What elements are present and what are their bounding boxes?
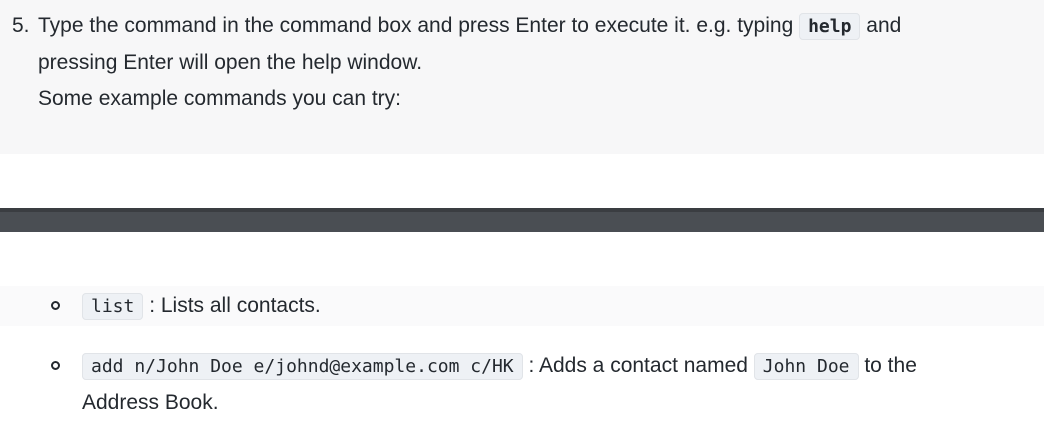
hollow-bullet-icon <box>51 301 60 310</box>
list-item: add n/John Doe e/johnd@example.com c/HK … <box>51 348 1037 421</box>
step-block: 5. Type the command in the command box an… <box>0 0 1044 154</box>
list-command-code: list <box>82 293 144 320</box>
add-command-code: add n/John Doe e/johnd@example.com c/HK <box>82 353 523 380</box>
list-item: list : Lists all contacts. <box>51 288 1037 325</box>
step-text-before: Type the command in the command box and … <box>38 14 800 37</box>
add-description-line-2: Address Book. <box>82 391 219 414</box>
step-line-3: Some example commands you can try: <box>38 87 401 110</box>
help-command-code: help <box>799 13 861 40</box>
john-doe-code: John Doe <box>753 353 859 380</box>
add-description-before: : Adds a contact named <box>522 354 754 377</box>
hollow-bullet-icon <box>51 361 60 370</box>
step-line-2: pressing Enter will open the help window… <box>38 51 423 74</box>
list-command-description: : Lists all contacts. <box>143 294 321 317</box>
step-5-text: 5. Type the command in the command box an… <box>12 8 1037 117</box>
step-text-after: and <box>860 14 902 37</box>
section-divider-band <box>0 208 1044 232</box>
add-description-after: to the <box>858 354 917 377</box>
step-number: 5. <box>12 14 30 37</box>
